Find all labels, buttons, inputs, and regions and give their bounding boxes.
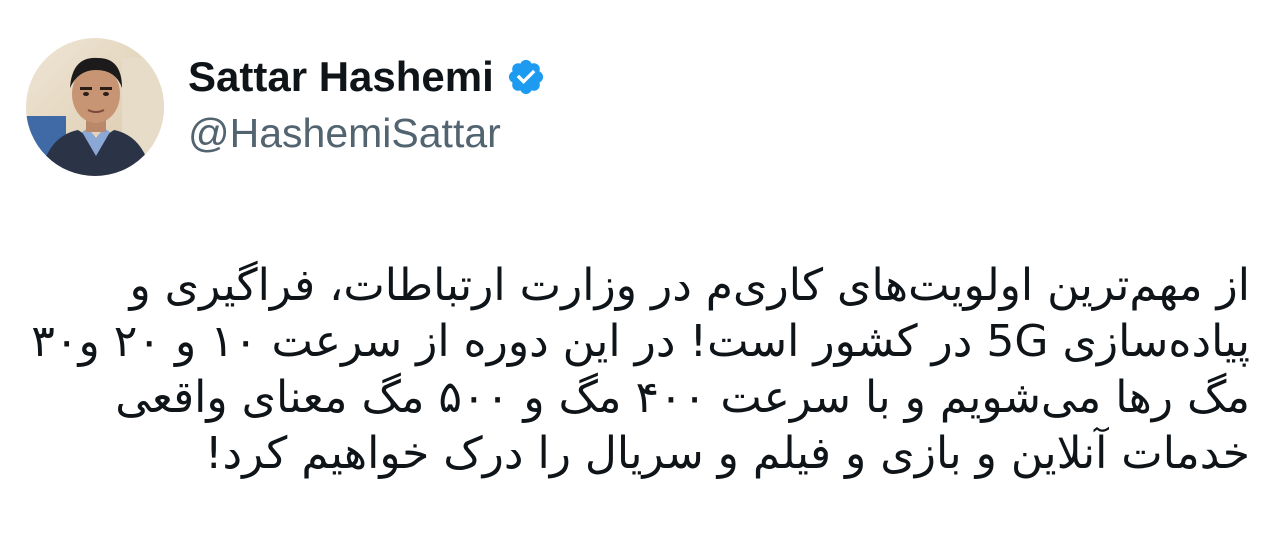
- author-info: Sattar Hashemi @HashemiSattar: [188, 38, 546, 158]
- tweet-text-line: مگ رها می‌شویم و با سرعت ۴۰۰ مگ و ۵۰۰ مگ…: [115, 372, 1250, 423]
- display-name[interactable]: Sattar Hashemi: [188, 52, 494, 102]
- tweet-text-line: از مهم‌ترین اولویت‌های کاری‌م در وزارت ا…: [129, 260, 1250, 311]
- tweet-card: Sattar Hashemi @HashemiSattar از مهم‌تری…: [0, 0, 1280, 556]
- avatar[interactable]: [26, 38, 164, 176]
- verified-badge-icon: [506, 57, 546, 97]
- name-line: Sattar Hashemi: [188, 52, 546, 102]
- tweet-text-line: خدمات آنلاین و بازی و فیلم و سریال را در…: [204, 428, 1250, 479]
- user-handle[interactable]: @HashemiSattar: [188, 108, 546, 158]
- tweet-author: Sattar Hashemi @HashemiSattar: [26, 38, 546, 176]
- tweet-text: از مهم‌ترین اولویت‌های کاری‌م در وزارت ا…: [31, 258, 1250, 482]
- profile-photo: [26, 38, 164, 176]
- tweet-text-line: پیاده‌سازی 5G در کشور است! در این دوره ا…: [31, 316, 1250, 367]
